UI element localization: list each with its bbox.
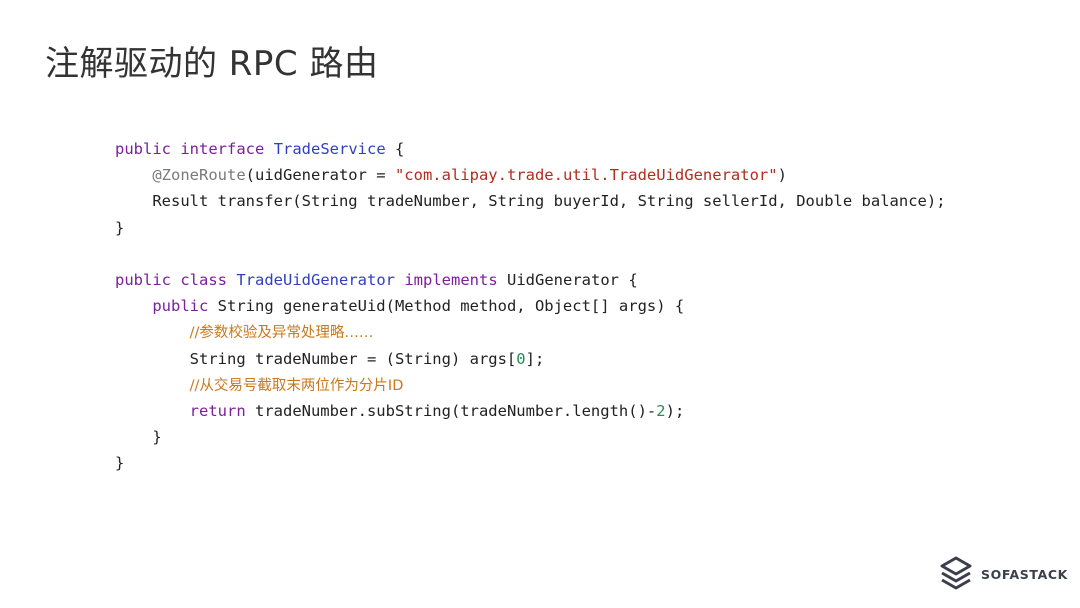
code-token-keyword: public [115, 140, 171, 158]
code-token-number: 0 [516, 349, 526, 368]
code-token-type: TradeUidGenerator [236, 270, 395, 289]
sofastack-logo-icon [939, 556, 973, 592]
code-token-plain: { [385, 140, 405, 158]
code-token-keyword: class [180, 270, 228, 289]
code-line: //从交易号截取末两位作为分片ID [115, 372, 946, 398]
code-line: return tradeNumber.subString(tradeNumber… [115, 398, 946, 424]
code-token-plain: (uidGenerator = [245, 166, 395, 185]
code-token-comment: //从交易号截取末两位作为分片ID [189, 377, 404, 394]
code-line: @ZoneRoute(uidGenerator = "com.alipay.tr… [115, 162, 946, 188]
code-token-plain: String tradeNumber = (String) args[ [115, 349, 517, 368]
code-token-keyword: implements [404, 270, 498, 289]
code-line: public class TradeUidGenerator implement… [115, 267, 946, 293]
logo-text: SOFASTACK [981, 566, 1068, 582]
code-token-keyword: public [152, 297, 209, 316]
code-token-plain: tradeNumber.subString(tradeNumber.length… [245, 401, 657, 420]
code-token-keyword: return [189, 401, 246, 420]
code-token-plain: } [115, 218, 125, 237]
code-token-type: TradeService [273, 140, 386, 158]
code-token-plain: ); [665, 401, 685, 420]
code-token-number: 2 [656, 401, 666, 420]
code-block: public interface TradeService { @ZoneRou… [115, 136, 946, 476]
slide-title: 注解驱动的 RPC 路由 [45, 44, 379, 84]
code-token-plain: ) [777, 166, 787, 185]
code-token-plain: } [115, 454, 125, 473]
code-token-comment: //参数校验及异常处理略…… [189, 325, 374, 342]
code-line: public interface TradeService { [115, 136, 946, 162]
code-token-annotation: @ZoneRoute [152, 166, 246, 185]
code-token-plain: Result transfer(String tradeNumber, Stri… [115, 192, 946, 211]
code-token-plain: ]; [525, 349, 545, 368]
code-line: Result transfer(String tradeNumber, Stri… [115, 188, 946, 214]
code-token-keyword: public [115, 270, 171, 289]
code-token-plain: UidGenerator { [497, 270, 638, 289]
sofastack-logo: SOFASTACK [939, 556, 1068, 592]
code-line: public String generateUid(Method method,… [115, 293, 946, 319]
code-token-keyword: interface [180, 140, 265, 158]
code-token-string: "com.alipay.trade.util.TradeUidGenerator… [394, 166, 778, 185]
code-line: } [115, 450, 946, 476]
code-token-plain: } [115, 428, 162, 447]
code-line: } [115, 424, 946, 450]
code-line: //参数校验及异常处理略…… [115, 319, 946, 345]
code-line: } [115, 215, 946, 241]
code-line: String tradeNumber = (String) args[0]; [115, 346, 946, 372]
code-token-plain: String generateUid(Method method, Object… [208, 297, 685, 316]
